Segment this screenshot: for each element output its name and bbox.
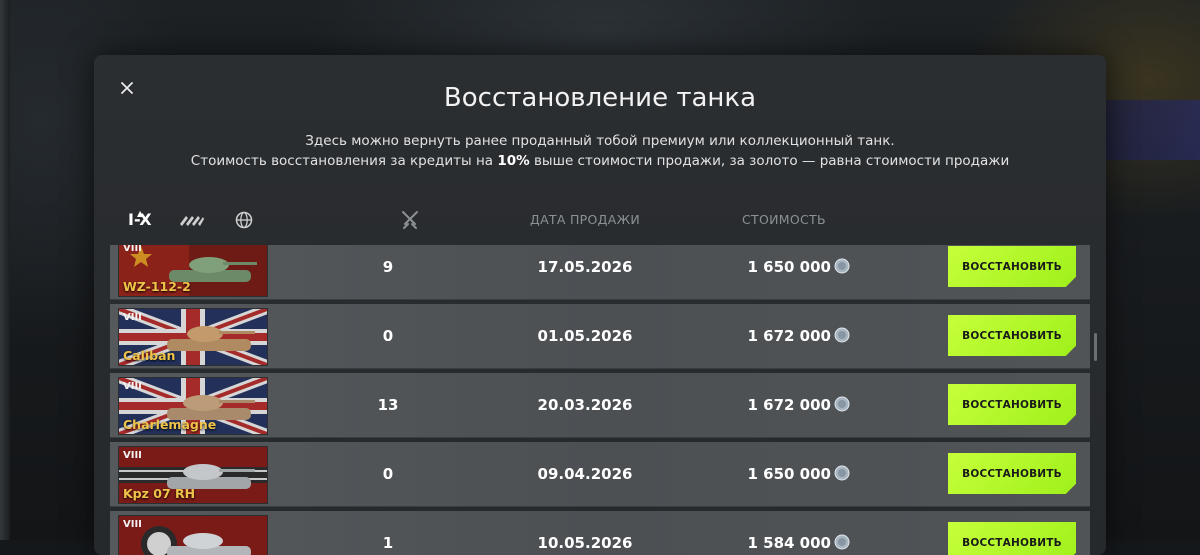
description-line-2: Стоимость восстановления за кредиты на 1… <box>94 151 1106 171</box>
tank-card[interactable]: VIII Kpz 07 RH <box>118 446 268 504</box>
tank-tier: VIII <box>123 450 142 461</box>
credits-icon <box>834 534 850 549</box>
cost-value: 1 584 000 <box>747 534 831 552</box>
cost-value: 1 650 000 <box>747 465 831 483</box>
caret-up-icon: ▲ <box>137 209 144 218</box>
restore-cost: 1 650 000 <box>700 245 850 300</box>
restore-button[interactable]: ВОССТАНОВИТЬ <box>948 453 1076 494</box>
table-row: VIII WZ-112-2 9 17.05.2026 1 650 000 ВОС… <box>110 245 1090 300</box>
table-row: VIII 1 10.05.2026 1 584 000 ВОССТАНОВИТЬ <box>110 511 1090 555</box>
description-percent: 10% <box>497 153 530 169</box>
battles-count: 0 <box>382 327 394 345</box>
tank-card[interactable]: VIII <box>118 515 268 555</box>
restore-cost: 1 650 000 <box>700 442 850 507</box>
crossed-swords-icon <box>402 211 418 229</box>
globe-icon <box>235 211 253 229</box>
tier-filter[interactable]: ▲ I-X <box>128 205 154 235</box>
vehicle-type-icon <box>180 216 204 226</box>
credits-icon <box>834 465 850 480</box>
tank-card[interactable]: VIII WZ-112-2 <box>118 245 268 297</box>
cost-value: 1 672 000 <box>747 327 831 345</box>
restore-button[interactable]: ВОССТАНОВИТЬ <box>948 522 1076 555</box>
restore-button[interactable]: ВОССТАНОВИТЬ <box>948 315 1076 356</box>
tank-list: VIII WZ-112-2 9 17.05.2026 1 650 000 ВОС… <box>110 245 1090 555</box>
sale-date: 10.05.2026 <box>537 534 633 552</box>
tank-name: WZ-112-2 <box>123 279 191 294</box>
nation-filter[interactable] <box>234 205 256 235</box>
tank-name: Charlemagne <box>123 417 217 432</box>
table-row: VIII Caliban 0 01.05.2026 1 672 000 ВОСС… <box>110 304 1090 369</box>
credits-icon <box>834 327 850 342</box>
cost-value: 1 672 000 <box>747 396 831 414</box>
credits-icon <box>834 396 850 411</box>
table-row: VIII Charlemagne 13 20.03.2026 1 672 000… <box>110 373 1090 438</box>
cost-column-header[interactable]: СТОИМОСТЬ <box>742 212 826 227</box>
dialog-description: Здесь можно вернуть ранее проданный тобо… <box>94 131 1106 171</box>
tank-silhouette-icon <box>167 326 255 351</box>
battles-column-header[interactable] <box>400 209 420 232</box>
sale-date: 17.05.2026 <box>537 258 633 276</box>
tank-tier: VIII <box>123 245 142 254</box>
vehicle-type-filter[interactable] <box>178 205 206 235</box>
tank-name: Caliban <box>123 348 176 363</box>
restore-cost: 1 672 000 <box>700 304 850 369</box>
tank-tier: VIII <box>123 381 142 392</box>
tank-card[interactable]: VIII Caliban <box>118 308 268 366</box>
description-text: выше стоимости продажи, за золото — равн… <box>529 153 1010 169</box>
restore-button[interactable]: ВОССТАНОВИТЬ <box>948 384 1076 425</box>
credits-icon <box>834 258 850 273</box>
date-column-header[interactable]: ДАТА ПРОДАЖИ <box>530 212 640 227</box>
background-edge-left <box>0 0 10 540</box>
tank-name: Kpz 07 RH <box>123 486 196 501</box>
cost-value: 1 650 000 <box>747 258 831 276</box>
battles-count: 1 <box>382 534 394 552</box>
list-scrollbar[interactable] <box>1094 333 1097 361</box>
restore-cost: 1 672 000 <box>700 373 850 438</box>
background-edge-right <box>1104 100 1200 160</box>
description-line-1: Здесь можно вернуть ранее проданный тобо… <box>305 133 895 149</box>
dialog-title: Восстановление танка <box>443 83 757 113</box>
tank-tier: VIII <box>123 519 142 530</box>
table-row: VIII Kpz 07 RH 0 09.04.2026 1 650 000 ВО… <box>110 442 1090 507</box>
battles-count: 13 <box>377 396 399 414</box>
restore-button[interactable]: ВОССТАНОВИТЬ <box>948 246 1076 287</box>
description-text: Стоимость восстановления за кредиты на <box>190 153 498 169</box>
restore-cost: 1 584 000 <box>700 511 850 555</box>
tank-card[interactable]: VIII Charlemagne <box>118 377 268 435</box>
sale-date: 01.05.2026 <box>537 327 633 345</box>
restore-tank-dialog: Восстановление танка Здесь можно вернуть… <box>94 55 1106 555</box>
sale-date: 09.04.2026 <box>537 465 633 483</box>
battles-count: 9 <box>382 258 394 276</box>
battles-count: 0 <box>382 465 394 483</box>
tank-tier: VIII <box>123 312 142 323</box>
sale-date: 20.03.2026 <box>537 396 633 414</box>
